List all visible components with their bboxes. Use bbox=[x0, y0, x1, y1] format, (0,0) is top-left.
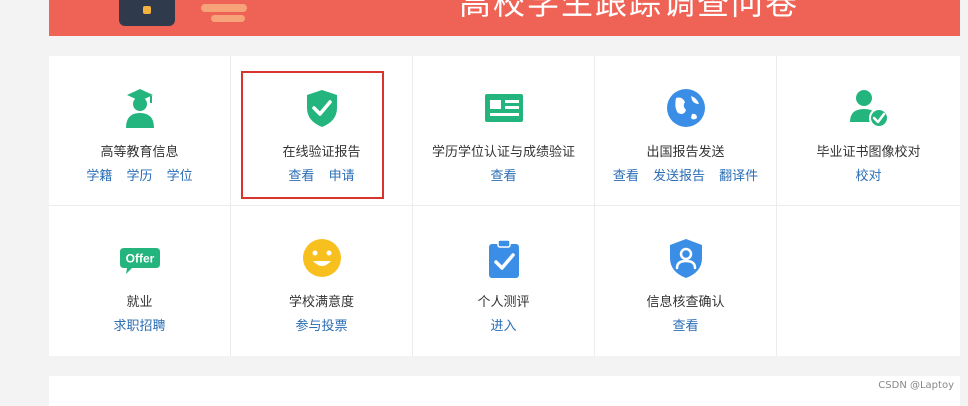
service-employment: Offer 就业 求职招聘 bbox=[49, 206, 231, 356]
service-links: 查看 发送报告 翻译件 bbox=[595, 165, 776, 184]
briefcase-icon bbox=[119, 0, 175, 26]
decoration-swoosh bbox=[211, 15, 245, 22]
service-online-verification: 在线验证报告 查看 申请 bbox=[231, 56, 413, 206]
service-title: 学历学位认证与成绩验证 bbox=[431, 145, 575, 160]
service-links: 求职招聘 bbox=[49, 315, 230, 334]
service-school-satisfaction: 学校满意度 参与投票 bbox=[231, 206, 413, 356]
link-view[interactable]: 查看 bbox=[613, 169, 639, 184]
service-links: 进入 bbox=[413, 315, 594, 334]
service-title: 个人测评 bbox=[477, 295, 530, 310]
link-translation[interactable]: 翻译件 bbox=[719, 169, 758, 184]
link-vote[interactable]: 参与投票 bbox=[295, 319, 347, 334]
service-title: 在线验证报告 bbox=[282, 145, 361, 160]
globe-icon bbox=[666, 89, 705, 127]
offer-badge-text: Offer bbox=[125, 252, 154, 266]
service-title: 信息核查确认 bbox=[646, 295, 725, 310]
link-view[interactable]: 查看 bbox=[288, 169, 314, 184]
link-proofread[interactable]: 校对 bbox=[855, 169, 881, 184]
user-check-icon bbox=[849, 90, 889, 128]
service-links: 查看 bbox=[595, 315, 776, 334]
link-academic-record[interactable]: 学历 bbox=[126, 169, 152, 184]
service-links: 查看 bbox=[413, 165, 594, 184]
service-title: 高等教育信息 bbox=[100, 145, 179, 160]
banner-title: 高校学生跟踪调查问卷 bbox=[459, 0, 800, 22]
link-degree[interactable]: 学位 bbox=[167, 169, 193, 184]
service-title: 学校满意度 bbox=[288, 295, 354, 310]
header-banner: 高校学生跟踪调查问卷 bbox=[49, 0, 960, 36]
smiley-icon bbox=[302, 239, 341, 277]
link-apply[interactable]: 申请 bbox=[329, 169, 355, 184]
id-card-icon bbox=[484, 94, 523, 122]
link-view[interactable]: 查看 bbox=[490, 169, 516, 184]
service-links: 参与投票 bbox=[231, 315, 412, 334]
service-title: 出国报告发送 bbox=[646, 145, 725, 160]
link-send-report[interactable]: 发送报告 bbox=[653, 169, 705, 184]
link-student-status[interactable]: 学籍 bbox=[86, 169, 112, 184]
service-title: 就业 bbox=[126, 295, 153, 310]
service-links: 查看 申请 bbox=[231, 165, 412, 184]
service-links: 学籍 学历 学位 bbox=[49, 165, 230, 184]
service-overseas-report: 出国报告发送 查看 发送报告 翻译件 bbox=[595, 56, 777, 206]
service-degree-certification: 学历学位认证与成绩验证 查看 bbox=[413, 56, 595, 206]
service-certificate-proofread: 毕业证书图像校对 校对 bbox=[777, 56, 960, 206]
service-info-verification: 信息核查确认 查看 bbox=[595, 206, 777, 356]
link-view[interactable]: 查看 bbox=[672, 319, 698, 334]
shield-user-icon bbox=[669, 239, 702, 278]
link-enter[interactable]: 进入 bbox=[490, 319, 516, 334]
service-higher-education: 高等教育信息 学籍 学历 学位 bbox=[49, 56, 231, 206]
shield-check-icon bbox=[306, 90, 337, 127]
graduate-icon bbox=[125, 89, 154, 128]
services-grid: 高等教育信息 学籍 学历 学位 在线验证报告 查看 申请 学历学位认证与成绩验证… bbox=[49, 56, 960, 356]
service-links: 校对 bbox=[777, 165, 960, 184]
service-empty-slot bbox=[777, 206, 960, 356]
clipboard-check-icon bbox=[488, 239, 519, 278]
link-job-recruitment[interactable]: 求职招聘 bbox=[113, 319, 165, 334]
decoration-swoosh bbox=[201, 4, 247, 12]
watermark: CSDN @Laptoy bbox=[878, 380, 954, 391]
offer-icon: Offer bbox=[119, 248, 160, 274]
service-personal-assessment: 个人测评 进入 bbox=[413, 206, 595, 356]
service-title: 毕业证书图像校对 bbox=[816, 145, 921, 160]
